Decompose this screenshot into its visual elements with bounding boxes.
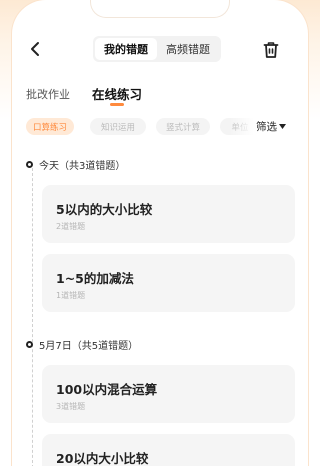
trash-icon bbox=[263, 42, 279, 58]
back-button[interactable] bbox=[24, 38, 46, 60]
caret-down-icon bbox=[279, 124, 286, 129]
phone-frame: 我的错题 高频错题 批改作业 在线练习 口算练习 知识运用 竖式计算 单位 筛选 bbox=[12, 0, 308, 466]
card-count: 2道错题 bbox=[56, 222, 86, 231]
notch bbox=[90, 0, 230, 18]
group-header-may7: 5月7日（共5道错题） bbox=[26, 337, 138, 352]
card-count: 1道错题 bbox=[56, 291, 86, 300]
card-title: 5以内的大小比较 bbox=[56, 202, 153, 217]
group-header-label: 5月7日（共5道错题） bbox=[39, 341, 139, 352]
card-title: 20以内大小比较 bbox=[56, 451, 149, 466]
card-title: 100以内混合运算 bbox=[56, 382, 158, 397]
category-chips: 口算练习 知识运用 竖式计算 单位 筛选 bbox=[26, 118, 296, 136]
tab-bar: 批改作业 在线练习 bbox=[26, 84, 296, 108]
segment-frequent-mistakes[interactable]: 高频错题 bbox=[157, 38, 219, 60]
group-header-label: 今天（共3道错题） bbox=[39, 161, 126, 172]
group-header-today: 今天（共3道错题） bbox=[26, 157, 125, 172]
card-title: 1~5的加减法 bbox=[56, 271, 134, 286]
mistake-card[interactable]: 5以内的大小比较 2道错题 bbox=[42, 185, 295, 243]
timeline-line bbox=[32, 168, 33, 466]
top-nav: 我的错题 高频错题 bbox=[12, 36, 308, 62]
active-tab-indicator bbox=[110, 103, 124, 106]
mistake-card[interactable]: 1~5的加减法 1道错题 bbox=[42, 254, 295, 312]
timeline-dot bbox=[26, 341, 33, 348]
timeline-dot bbox=[26, 161, 33, 168]
card-count: 3道错题 bbox=[56, 402, 86, 411]
filter-button[interactable]: 筛选 bbox=[256, 119, 286, 134]
segment-my-mistakes[interactable]: 我的错题 bbox=[95, 38, 157, 60]
chip-knowledge-application[interactable]: 知识运用 bbox=[90, 118, 146, 135]
tab-online-practice[interactable]: 在线练习 bbox=[92, 84, 142, 103]
mistake-card[interactable]: 20以内大小比较 bbox=[42, 434, 295, 466]
tab-grading-homework[interactable]: 批改作业 bbox=[26, 86, 70, 102]
delete-button[interactable] bbox=[260, 39, 282, 61]
segmented-control: 我的错题 高频错题 bbox=[93, 36, 221, 62]
chip-vertical-calculation[interactable]: 竖式计算 bbox=[156, 118, 210, 135]
mistake-card[interactable]: 100以内混合运算 3道错题 bbox=[42, 365, 295, 423]
chevron-left-icon bbox=[31, 42, 39, 56]
chip-mental-arithmetic[interactable]: 口算练习 bbox=[26, 118, 74, 135]
filter-label: 筛选 bbox=[256, 121, 277, 133]
